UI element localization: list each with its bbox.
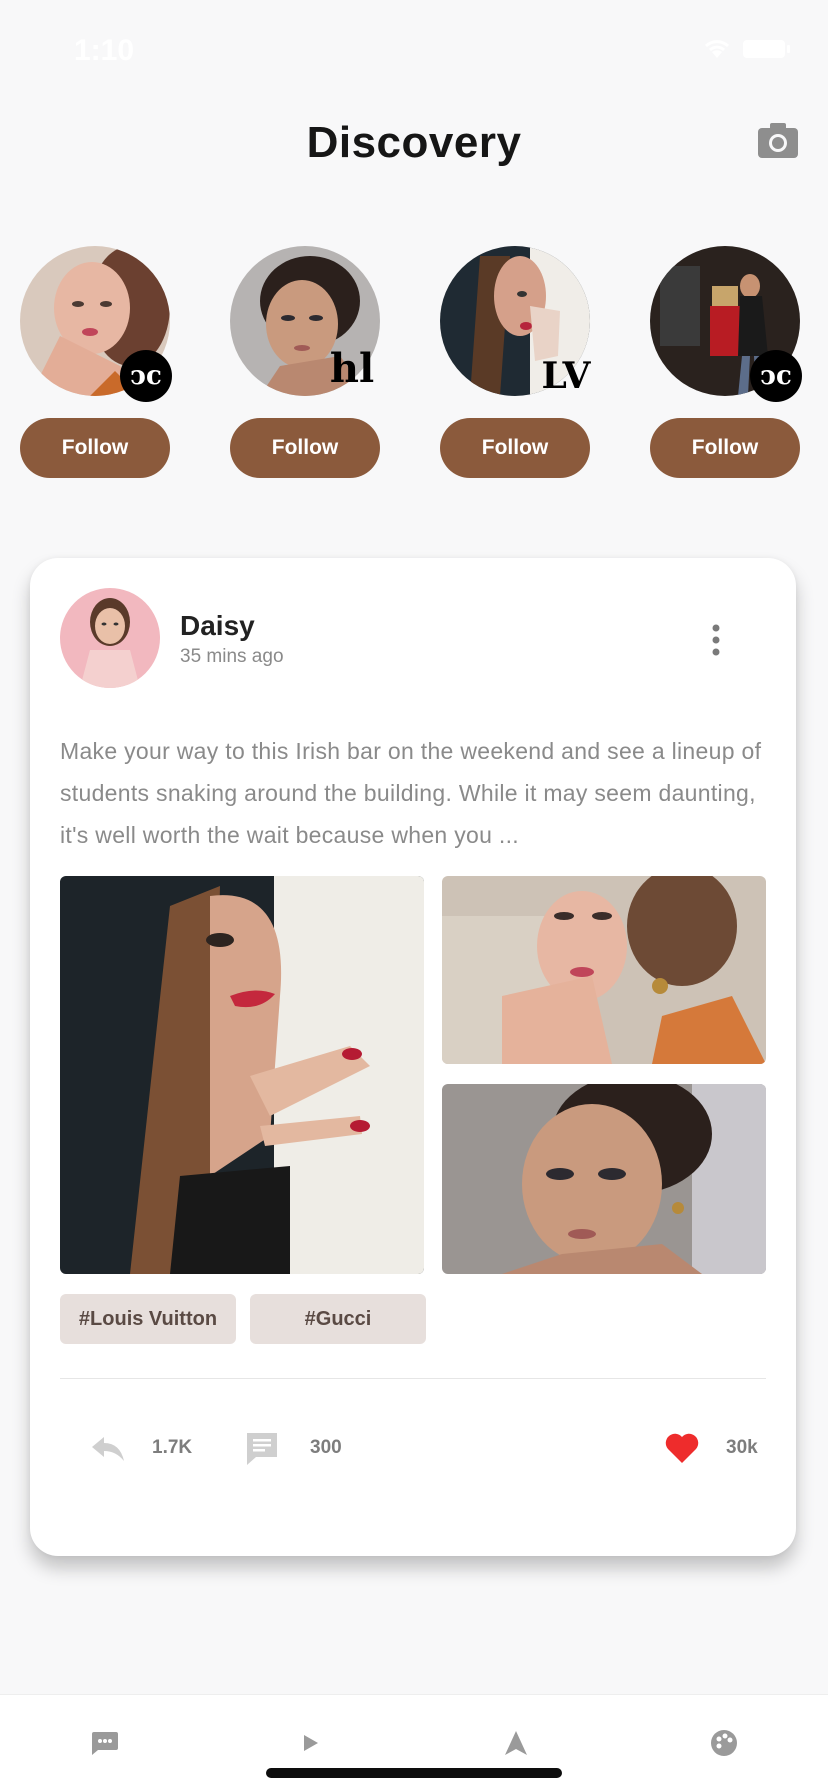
comment-button[interactable]: 300 <box>244 1426 342 1470</box>
author-avatar[interactable] <box>60 588 160 688</box>
story-item: ↄc Follow <box>650 246 802 482</box>
comment-count: 300 <box>310 1437 342 1458</box>
stories-row: ↄc Follow hl Follow LV Follow ↄc Follow <box>0 246 828 486</box>
comment-icon <box>247 1433 277 1465</box>
battery-icon <box>743 40 790 58</box>
header: Discovery <box>0 100 828 190</box>
camera-button[interactable] <box>756 120 800 164</box>
nav-palette[interactable] <box>704 1723 744 1763</box>
divider <box>60 1378 766 1379</box>
post-photo-bottom-right[interactable] <box>442 1084 766 1274</box>
status-icons <box>702 38 792 60</box>
follow-button[interactable]: Follow <box>650 418 800 478</box>
more-options-button[interactable] <box>704 624 728 656</box>
post-time: 35 mins ago <box>180 646 284 667</box>
story-item: LV Follow <box>440 246 590 482</box>
follow-button[interactable]: Follow <box>440 418 590 478</box>
post-photo-top-right[interactable] <box>442 876 766 1064</box>
camera-icon <box>758 123 798 158</box>
share-count: 1.7K <box>152 1437 193 1458</box>
tag-chip[interactable]: #Gucci <box>250 1294 426 1344</box>
page-title: Discovery <box>306 118 522 167</box>
chat-icon <box>92 1732 118 1755</box>
chanel-logo-icon: ↄc <box>750 350 802 402</box>
status-bar: 1:10 <box>0 0 828 100</box>
post-text: Make your way to this Irish bar on the w… <box>60 738 762 848</box>
home-indicator <box>266 1768 562 1778</box>
chanel-logo-icon: ↄc <box>120 350 172 402</box>
like-button[interactable]: 30k <box>664 1426 758 1470</box>
more-vertical-icon <box>712 624 720 656</box>
story-item: hl Follow <box>230 246 380 482</box>
wifi-icon <box>704 40 730 58</box>
share-button[interactable]: 1.7K <box>90 1426 192 1470</box>
follow-button[interactable]: Follow <box>230 418 380 478</box>
palette-icon <box>711 1730 737 1756</box>
story-item: ↄc Follow <box>20 246 172 482</box>
play-icon <box>304 1735 318 1751</box>
nav-navigate[interactable] <box>496 1723 536 1763</box>
like-count: 30k <box>726 1437 758 1458</box>
nav-play[interactable] <box>290 1723 330 1763</box>
heart-icon <box>665 1433 699 1463</box>
author-name[interactable]: Daisy <box>180 610 255 642</box>
reply-icon <box>92 1437 124 1461</box>
nav-chat[interactable] <box>84 1723 124 1763</box>
post-photo-large[interactable] <box>60 876 424 1274</box>
louis-vuitton-logo-icon: LV <box>541 355 591 397</box>
tag-chip[interactable]: #Louis Vuitton <box>60 1294 236 1344</box>
status-time: 1:10 <box>74 34 135 67</box>
navigate-icon <box>505 1731 527 1755</box>
follow-button[interactable]: Follow <box>20 418 170 478</box>
post-card: Daisy 35 mins ago Make your way to this … <box>30 558 796 1556</box>
brand-logo-icon: hl <box>329 344 375 392</box>
